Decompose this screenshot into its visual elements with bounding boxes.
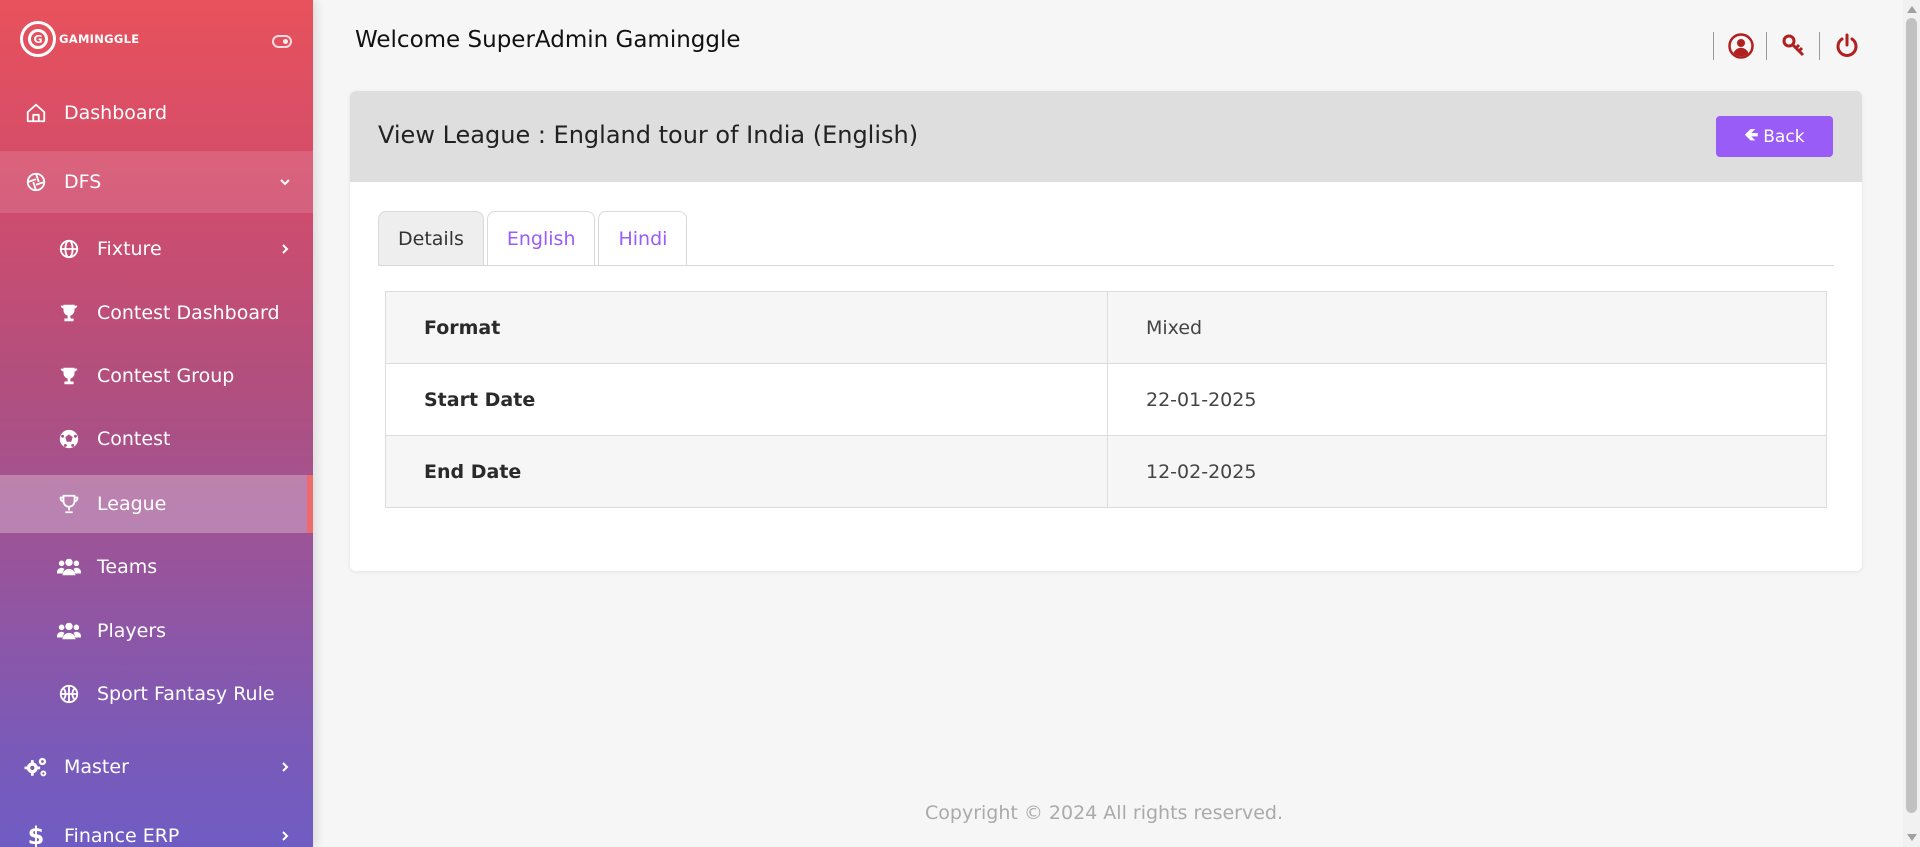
sidebar-item-label: DFS [64,171,102,193]
basketball-icon [56,681,82,707]
tab-hindi[interactable]: Hindi [598,211,688,265]
trophy-icon [56,300,82,326]
users-icon [56,618,82,644]
welcome-message: Welcome SuperAdmin Gaminggle [355,27,741,53]
table-row: Start Date 22-01-2025 [385,363,1827,436]
scrollbar[interactable] [1903,0,1920,847]
row-key: End Date [385,435,1108,508]
chevron-right-icon [279,238,291,260]
back-button[interactable]: 🡸 Back [1716,116,1833,157]
details-table: Format Mixed Start Date 22-01-2025 End D… [385,291,1827,508]
tab-english[interactable]: English [486,211,596,265]
scroll-down-arrow[interactable] [1907,834,1917,841]
header-actions [1713,32,1872,60]
sidebar-item-label: Contest Dashboard [97,302,280,324]
scroll-up-arrow[interactable] [1907,6,1917,13]
row-key: Start Date [385,363,1108,436]
key-icon[interactable] [1781,33,1807,59]
page-title: View League : England tour of India (Eng… [378,121,919,149]
table-row: End Date 12-02-2025 [385,435,1827,508]
globe-icon [56,236,82,262]
power-icon[interactable] [1834,33,1860,59]
chevron-right-icon [279,756,291,778]
aperture-icon [23,169,49,195]
sidebar-item-dashboard[interactable]: Dashboard [0,93,313,133]
tab-bar: Details English Hindi [378,210,1834,266]
footer-copyright: Copyright © 2024 All rights reserved. [925,802,1284,824]
sidebar-item-league[interactable]: League [0,484,313,524]
sidebar-item-label: Contest Group [97,365,235,387]
divider [1766,32,1767,60]
sidebar-item-label: Fixture [97,238,162,260]
sidebar-item-finance-erp[interactable]: $ Finance ERP [0,816,313,847]
card-header: View League : England tour of India (Eng… [350,91,1862,182]
scroll-thumb[interactable] [1906,18,1917,813]
sidebar-item-sport-fantasy-rule[interactable]: Sport Fantasy Rule [0,674,313,714]
sidebar-item-contest-group[interactable]: Contest Group [0,356,313,396]
table-row: Format Mixed [385,291,1827,364]
trophy-icon [56,491,82,517]
user-profile-icon[interactable] [1728,33,1754,59]
sidebar-item-label: League [97,493,167,515]
row-value: 12-02-2025 [1107,435,1827,508]
sidebar-item-players[interactable]: Players [0,611,313,651]
sidebar-item-label: Teams [97,556,158,578]
chevron-down-icon [279,171,291,193]
soccer-ball-icon [56,426,82,452]
sidebar-item-fixture[interactable]: Fixture [0,229,313,269]
dollar-icon: $ [27,822,45,847]
trophy-icon [56,363,82,389]
brand-name: GAMINGGLE [59,32,140,46]
back-button-label: Back [1763,126,1805,147]
brand-logo[interactable]: G GAMINGGLE [20,21,139,57]
sidebar-item-contest[interactable]: Contest [0,419,313,459]
logo-icon: G [20,21,56,57]
sidebar-item-label: Sport Fantasy Rule [97,683,275,705]
sidebar-item-master[interactable]: Master [0,747,313,787]
sidebar-item-label: Master [64,756,129,778]
sidebar-item-teams[interactable]: Teams [0,547,313,587]
sidebar-item-contest-dashboard[interactable]: Contest Dashboard [0,293,313,333]
sidebar-item-label: Contest [97,428,171,450]
sidebar-item-label: Dashboard [64,102,168,124]
logo-letter: G [28,29,48,49]
row-value: Mixed [1107,291,1827,364]
league-card: View League : England tour of India (Eng… [350,91,1862,571]
sidebar-toggle[interactable] [272,35,292,48]
users-icon [56,554,82,580]
tab-details[interactable]: Details [378,211,484,265]
sidebar-item-dfs[interactable]: DFS [0,162,313,202]
row-key: Format [385,291,1108,364]
gears-icon [23,754,49,780]
home-icon [23,100,49,126]
chevron-right-icon [279,825,291,847]
divider [1819,32,1820,60]
sidebar-item-label: Players [97,620,167,642]
divider [1713,32,1714,60]
sidebar: G GAMINGGLE Dashboard DFS Fixture Contes… [0,0,313,847]
row-value: 22-01-2025 [1107,363,1827,436]
arrow-left-icon: 🡸 [1744,125,1759,145]
sidebar-item-label: Finance ERP [64,825,180,847]
